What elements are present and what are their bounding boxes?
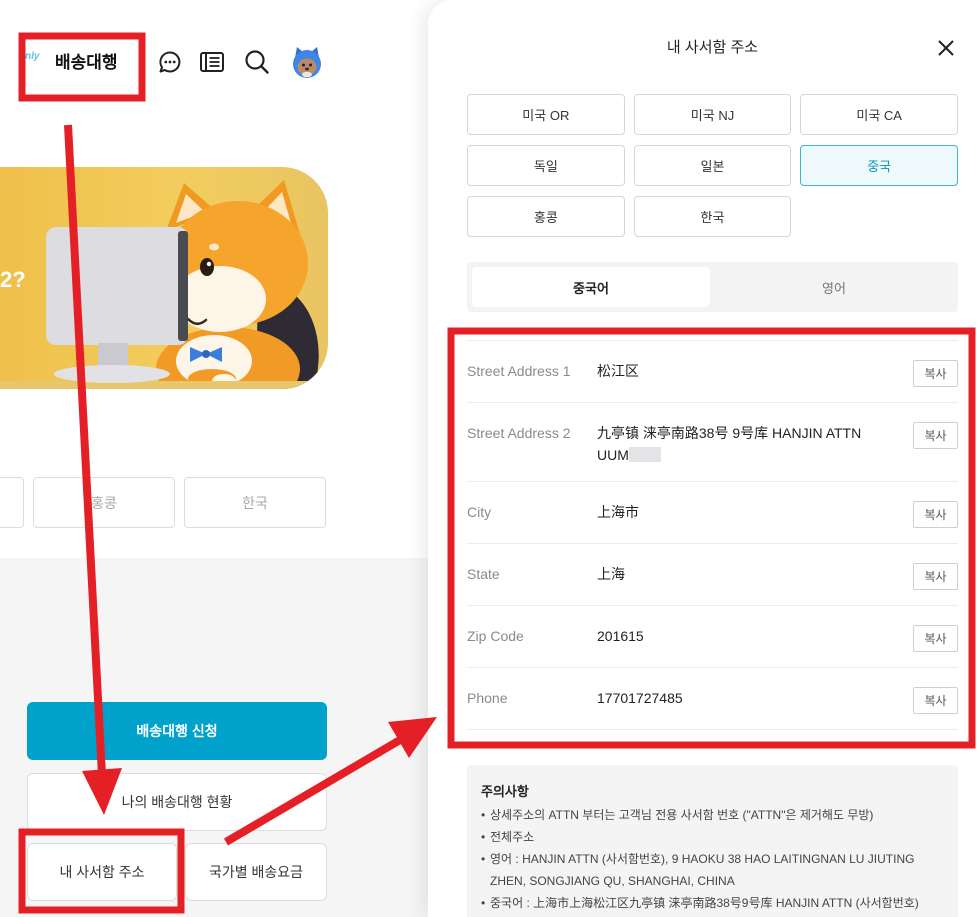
- address-value: 17701727485: [597, 687, 882, 709]
- close-button[interactable]: [936, 38, 956, 58]
- address-value-text: 上海市: [597, 504, 639, 520]
- address-value-text: 上海: [597, 566, 625, 582]
- country-button-partial[interactable]: [0, 477, 24, 528]
- address-row-state: State 上海 복사: [467, 544, 958, 606]
- close-icon: [938, 40, 954, 56]
- country-grid: 미국 OR 미국 NJ 미국 CA 독일 일본 중국 홍콩 한국: [467, 94, 958, 237]
- address-label: Phone: [467, 690, 508, 706]
- copy-button[interactable]: 복사: [913, 625, 958, 652]
- mailbox-address-panel: 내 사서함 주소 미국 OR 미국 NJ 미국 CA 독일 일본 중국 홍콩 한…: [428, 0, 980, 917]
- notice-item: 전체주소: [481, 826, 944, 848]
- banner-text: 2?: [0, 267, 26, 292]
- address-value-text: 松江区: [597, 363, 639, 379]
- country-button-hongkong[interactable]: 홍콩: [33, 477, 175, 528]
- tab-english[interactable]: 영어: [715, 267, 953, 307]
- address-label: State: [467, 566, 500, 582]
- address-label: Zip Code: [467, 628, 524, 644]
- avatar[interactable]: [290, 45, 324, 79]
- promo-banner[interactable]: 2?: [0, 167, 328, 389]
- search-icon[interactable]: [243, 48, 271, 76]
- redacted-block: [628, 447, 661, 462]
- country-button-japan[interactable]: 일본: [633, 145, 792, 186]
- notice-title: 주의사항: [481, 784, 529, 799]
- only-badge: nly: [25, 51, 40, 62]
- address-row-zip: Zip Code 201615 복사: [467, 606, 958, 668]
- tab-chinese[interactable]: 중국어: [472, 267, 710, 307]
- copy-button[interactable]: 복사: [913, 501, 958, 528]
- country-button-china[interactable]: 중국: [800, 145, 958, 186]
- country-button-us-nj[interactable]: 미국 NJ: [633, 94, 792, 135]
- my-shipping-status-button[interactable]: 나의 배송대행 현황: [27, 773, 327, 831]
- address-value: 201615: [597, 625, 882, 647]
- chat-icon[interactable]: [156, 48, 184, 76]
- copy-button[interactable]: 복사: [913, 360, 958, 387]
- notice-box: 주의사항 상세주소의 ATTN 부터는 고객님 전용 사서함 번호 ("ATTN…: [467, 765, 958, 917]
- country-button-korea[interactable]: 한국: [184, 477, 326, 528]
- notice-item: 상세주소의 ATTN 부터는 고객님 전용 사서함 번호 ("ATTN"은 제거…: [481, 804, 944, 826]
- address-label: Street Address 2: [467, 425, 571, 441]
- news-icon[interactable]: [198, 48, 226, 76]
- copy-button[interactable]: 복사: [913, 687, 958, 714]
- address-value: 上海: [597, 563, 882, 585]
- country-button-hongkong[interactable]: 홍콩: [467, 196, 625, 237]
- panel-title: 내 사서함 주소: [666, 39, 759, 56]
- address-table: Street Address 1 松江区 복사 Street Address 2…: [467, 340, 958, 730]
- address-value-text: 201615: [597, 628, 644, 644]
- language-tabs: 중국어 영어: [467, 262, 958, 312]
- apply-shipping-button[interactable]: 배송대행 신청: [27, 702, 327, 760]
- address-row-city: City 上海市 복사: [467, 482, 958, 544]
- address-label: Street Address 1: [467, 363, 571, 379]
- address-value-text: 17701727485: [597, 690, 683, 706]
- address-label: City: [467, 504, 492, 520]
- copy-button[interactable]: 복사: [913, 422, 958, 449]
- notice-item: 중국어 : 上海市上海松江区九亭镇 涞亭南路38号9号库 HANJIN ATTN…: [481, 892, 944, 914]
- notice-item: 영어 : HANJIN ATTN (사서함번호), 9 HAOKU 38 HAO…: [481, 848, 944, 892]
- address-row-street-1: Street Address 1 松江区 복사: [467, 341, 958, 403]
- address-value: 九亭镇 涞亭南路38号 9号库 HANJIN ATTN UUM: [597, 422, 882, 466]
- page-title[interactable]: 배송대행: [55, 52, 118, 74]
- address-value: 松江区: [597, 360, 882, 382]
- shiba-illustration: [0, 180, 328, 389]
- copy-button[interactable]: 복사: [913, 563, 958, 590]
- address-row-phone: Phone 17701727485 복사: [467, 668, 958, 730]
- address-value: 上海市: [597, 501, 882, 523]
- country-button-germany[interactable]: 독일: [467, 145, 625, 186]
- country-button-korea[interactable]: 한국: [633, 196, 792, 237]
- my-mailbox-address-button[interactable]: 내 사서함 주소: [27, 843, 177, 901]
- country-button-us-ca[interactable]: 미국 CA: [800, 94, 958, 135]
- shipping-rates-button[interactable]: 국가별 배송요금: [185, 843, 327, 901]
- address-row-street-2: Street Address 2 九亭镇 涞亭南路38号 9号库 HANJIN …: [467, 403, 958, 482]
- country-button-us-or[interactable]: 미국 OR: [467, 94, 625, 135]
